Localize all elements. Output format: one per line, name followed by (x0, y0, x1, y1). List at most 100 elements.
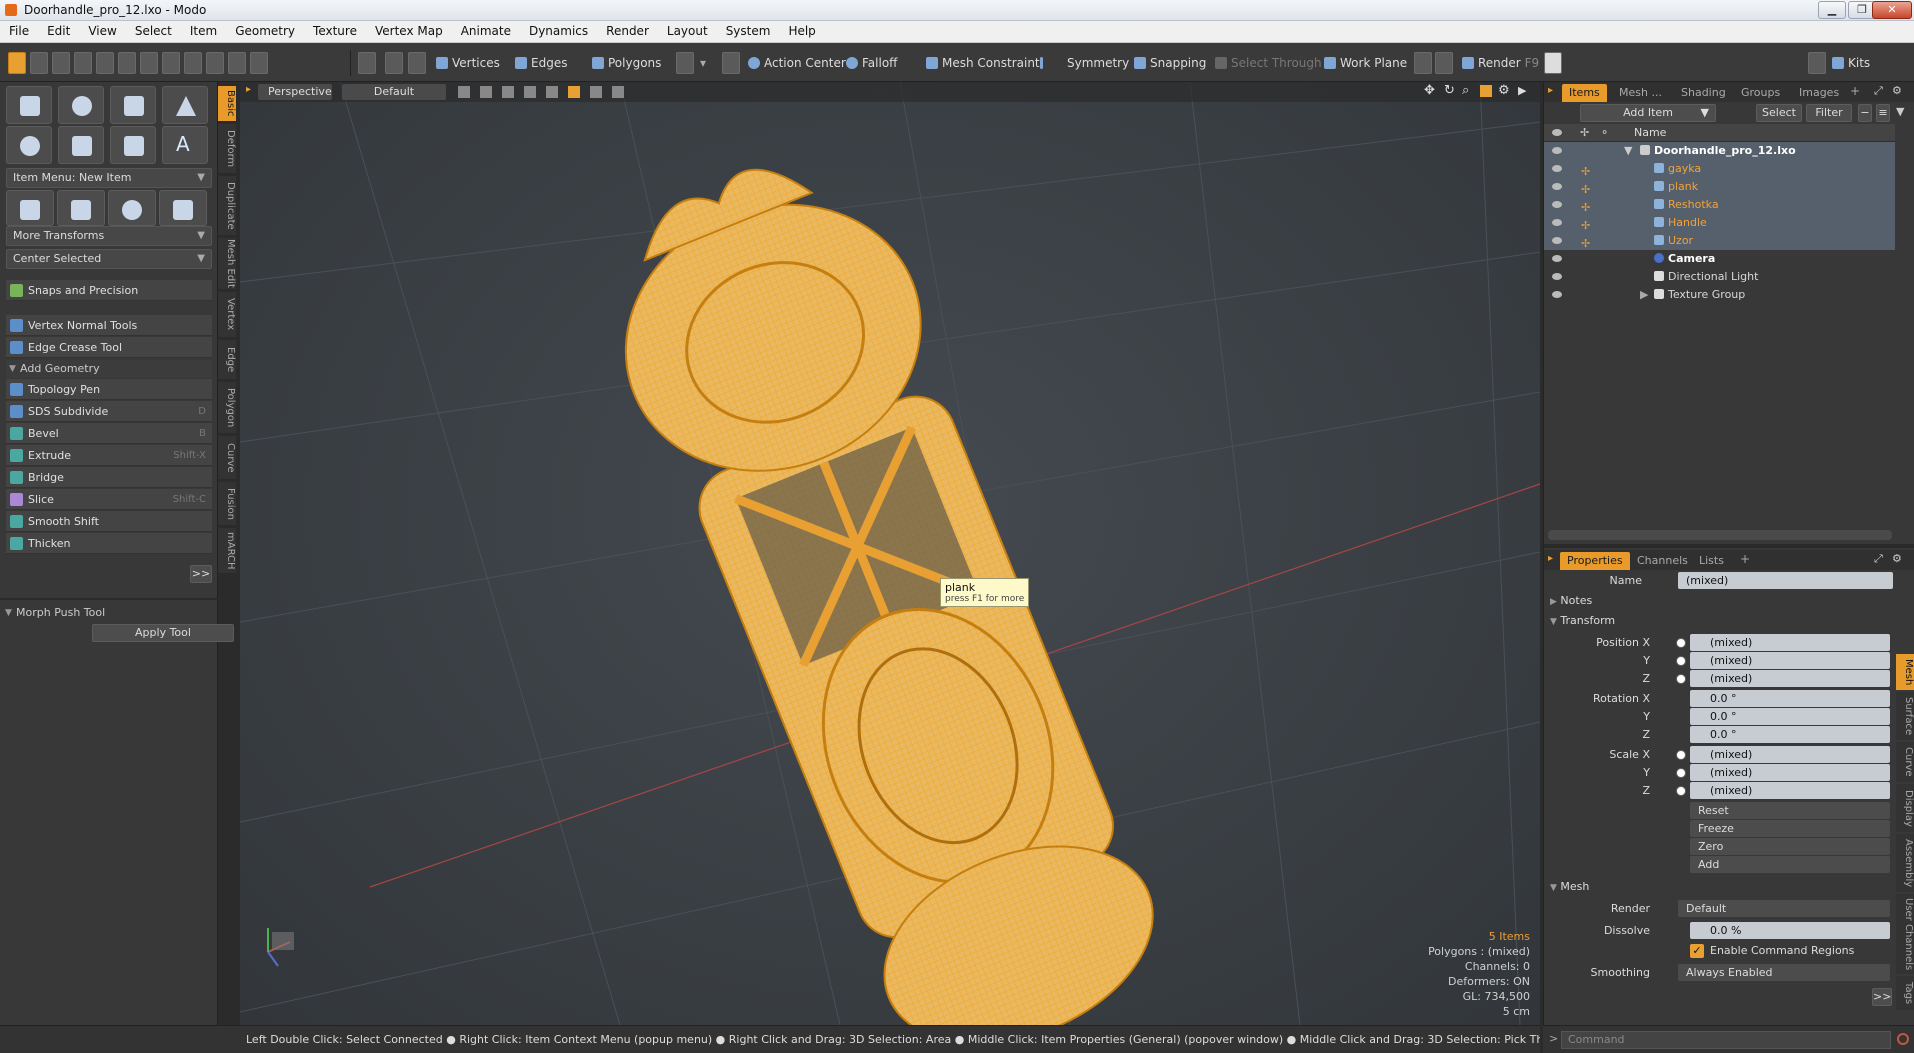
selection-sets-icon[interactable] (676, 52, 694, 74)
scale-y-radio[interactable] (1676, 768, 1686, 778)
transform-section[interactable]: ▼ Transform (1550, 614, 1615, 627)
kits-button[interactable]: Kits (1832, 52, 1870, 74)
snap-toggle-icon[interactable] (722, 52, 740, 74)
align-icon[interactable] (162, 52, 180, 74)
view-type-dropdown[interactable]: Perspective (258, 84, 332, 100)
edge-crease-tool-button[interactable]: Edge Crease Tool (6, 337, 212, 358)
render-button[interactable]: Render F9 (1462, 52, 1539, 74)
panel-gear-icon[interactable]: ⚙ (1892, 552, 1902, 565)
vertex-normal-tools-button[interactable]: Vertex Normal Tools (6, 315, 212, 336)
transform-tool-button[interactable] (159, 190, 207, 226)
curve-tool-button[interactable] (110, 126, 156, 164)
work-plane-button[interactable]: Work Plane (1324, 52, 1407, 74)
position-x-radio[interactable] (1676, 638, 1686, 648)
select-through-button[interactable]: Select Through (1215, 52, 1322, 74)
more-tools-button[interactable]: >> (190, 565, 212, 583)
pivot-icon[interactable] (228, 52, 246, 74)
action-center-button[interactable]: Action Center (748, 52, 846, 74)
menu-item[interactable]: Item (181, 21, 226, 43)
menu-layout[interactable]: Layout (658, 21, 717, 43)
expand-panel-icon[interactable]: ⤢ (1874, 552, 1883, 566)
snapping-button[interactable]: Snapping (1134, 52, 1206, 74)
scale-z-radio[interactable] (1676, 786, 1686, 796)
tab-user-channels[interactable]: User Channels (1896, 894, 1914, 974)
torus-primitive-button[interactable] (6, 126, 52, 164)
element-move-icon[interactable] (140, 52, 158, 74)
eye-icon[interactable] (1552, 201, 1562, 208)
fit-view-icon[interactable] (1480, 85, 1492, 97)
menu-select[interactable]: Select (126, 21, 181, 43)
tab-polygon[interactable]: Polygon (218, 382, 236, 434)
tab-edge[interactable]: Edge (218, 340, 236, 380)
more-properties-button[interactable]: >> (1872, 988, 1892, 1006)
tab-items[interactable]: Items (1562, 84, 1607, 102)
panel-options-icon[interactable]: ▸ (1548, 553, 1553, 564)
edges-button[interactable]: Edges (515, 52, 567, 74)
mirror-icon[interactable] (184, 52, 202, 74)
lighting-toggle-icon[interactable] (568, 86, 580, 98)
tab-display[interactable]: Display (1896, 784, 1914, 832)
tool-topology-pen[interactable]: Topology Pen (6, 379, 212, 400)
add-tab-icon[interactable]: + (1740, 552, 1750, 566)
rotate-tool-button[interactable] (57, 190, 105, 226)
bounding-box-icon[interactable] (546, 86, 558, 98)
tool-extrude[interactable]: Extrude Shift-X (6, 445, 212, 466)
command-regions-checkbox[interactable]: ✓ (1690, 944, 1704, 958)
eye-icon[interactable] (1552, 165, 1562, 172)
menu-geometry[interactable]: Geometry (226, 21, 304, 43)
item-row-handle[interactable]: ✢ Handle (1544, 214, 1895, 232)
eye-icon[interactable] (1552, 237, 1562, 244)
notes-section[interactable]: ▶ Notes (1550, 594, 1592, 607)
items-scrollbar[interactable] (1548, 530, 1892, 540)
expand-triangle-icon[interactable]: ▶ (1640, 286, 1648, 304)
shading-dropdown[interactable]: Default (342, 84, 446, 100)
smoothing-dropdown[interactable]: Always Enabled (1678, 964, 1890, 981)
scale-tool-button[interactable] (108, 190, 156, 226)
tab-mesh[interactable]: Mesh (1896, 654, 1914, 690)
eye-icon[interactable] (1552, 255, 1562, 262)
item-row-uzor[interactable]: ✢ Uzor (1544, 232, 1895, 250)
component-icon[interactable] (250, 52, 268, 74)
cube-primitive-button[interactable] (6, 86, 52, 124)
vertices-button[interactable]: Vertices (436, 52, 500, 74)
menu-vertex-map[interactable]: Vertex Map (366, 21, 452, 43)
symmetry-button[interactable]: Symmetry (1040, 52, 1129, 74)
position-y-field[interactable]: (mixed) (1690, 652, 1890, 669)
tool-bridge[interactable]: Bridge (6, 467, 212, 488)
cylinder-primitive-button[interactable] (110, 86, 156, 124)
rotation-z-field[interactable]: 0.0 ° (1690, 726, 1890, 743)
add-dropdown[interactable]: Add (1690, 856, 1890, 873)
menu-file[interactable]: File (0, 21, 38, 43)
morph-push-tool-section[interactable]: ▼ Morph Push Tool (2, 604, 208, 622)
stretch-icon[interactable] (118, 52, 136, 74)
scale-icon[interactable] (52, 52, 70, 74)
more-transforms-dropdown[interactable]: More Transforms ▼ (6, 226, 212, 246)
sphere-primitive-button[interactable] (58, 86, 104, 124)
item-menu-dropdown[interactable]: Item Menu: New Item ▼ (6, 168, 212, 188)
scale-z-field[interactable]: (mixed) (1690, 782, 1890, 799)
filter-button[interactable]: Filter (1806, 104, 1852, 122)
move-tool-button[interactable] (6, 190, 54, 226)
tab-groups[interactable]: Groups (1734, 84, 1787, 102)
center-selected-dropdown[interactable]: Center Selected ▼ (6, 249, 212, 269)
auto-select-icon[interactable] (358, 52, 376, 74)
camera-icon[interactable] (590, 86, 602, 98)
tab-assembly[interactable]: Assembly (1896, 834, 1914, 892)
tab-duplicate[interactable]: Duplicate (218, 176, 236, 236)
add-tab-icon[interactable]: + (1850, 84, 1860, 98)
tab-march[interactable]: mARCH (218, 528, 236, 574)
list-options-icon[interactable]: ≡ (1876, 104, 1890, 122)
select-mode-icon[interactable] (8, 52, 26, 74)
eye-icon[interactable] (1552, 291, 1562, 298)
eye-icon[interactable] (1552, 273, 1562, 280)
item-row-scene[interactable]: ▼ Doorhandle_pro_12.lxo (1544, 142, 1895, 160)
position-z-radio[interactable] (1676, 674, 1686, 684)
item-row-directional-light[interactable]: Directional Light (1544, 268, 1895, 286)
tool-bevel[interactable]: Bevel B (6, 423, 212, 444)
item-mode-icon[interactable] (385, 52, 403, 74)
menu-texture[interactable]: Texture (304, 21, 366, 43)
filter-funnel-icon[interactable]: ▼ (1896, 105, 1904, 118)
panel-gear-icon[interactable]: ⚙ (1892, 84, 1902, 97)
panel-splitter[interactable] (1544, 544, 1914, 548)
tab-properties[interactable]: Properties (1560, 552, 1630, 570)
